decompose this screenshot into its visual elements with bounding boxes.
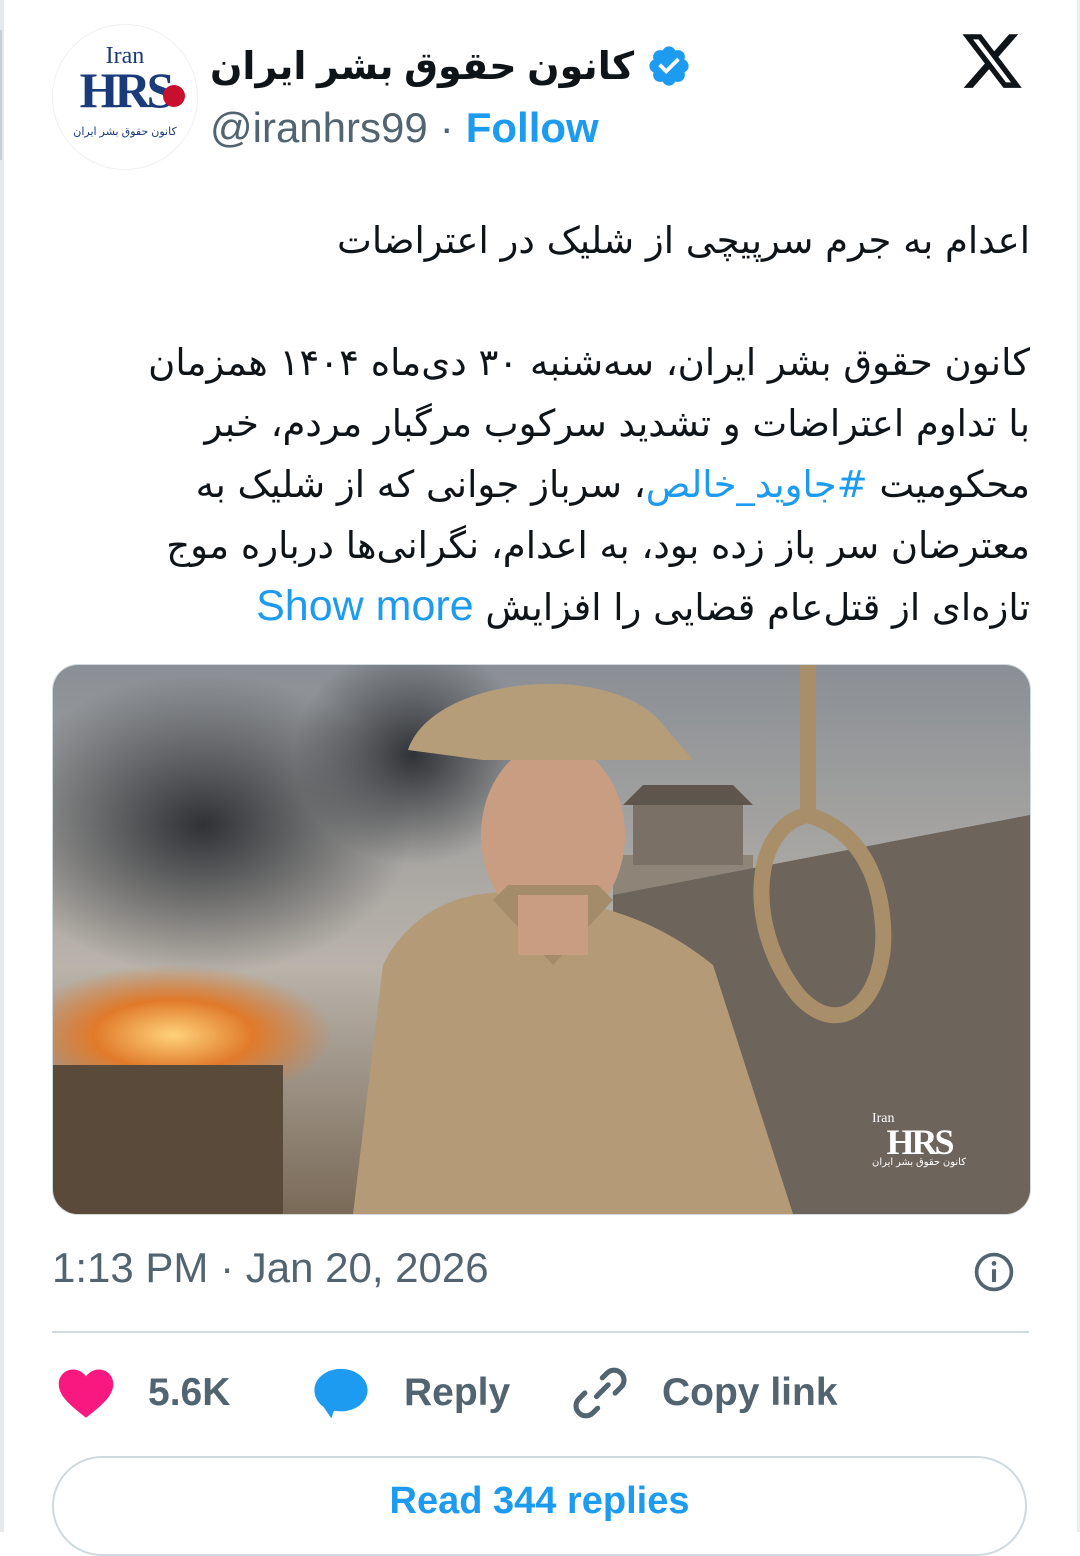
hashtag-link[interactable]: #جاوید_خالص (646, 463, 868, 506)
window-edge-notch (0, 30, 12, 160)
reply-bubble-icon (314, 1368, 368, 1419)
reply-label: Reply (404, 1371, 511, 1414)
x-logo-icon[interactable] (958, 28, 1026, 94)
rose-icon (163, 85, 185, 107)
handle-row: @iranhrs99 · Follow (210, 100, 599, 156)
watermark-sub: کانون حقوق بشر ایران (871, 1157, 966, 1168)
separator-dot: · (439, 104, 454, 151)
copy-link-button[interactable]: Copy link (572, 1362, 838, 1424)
like-button[interactable]: 5.6K (56, 1362, 230, 1424)
display-name-row[interactable]: کانون حقوق بشر ایران (210, 38, 692, 94)
reply-button[interactable]: Reply (312, 1362, 510, 1424)
link-icon (573, 1367, 627, 1419)
divider (52, 1331, 1029, 1333)
heart-icon (58, 1369, 114, 1418)
read-replies-button[interactable]: Read 344 replies (52, 1456, 1027, 1556)
info-icon[interactable] (972, 1250, 1016, 1294)
tweet-image[interactable]: Iran HRS کانون حقوق بشر ایران (52, 664, 1031, 1215)
show-more-link[interactable]: Show more (256, 582, 473, 630)
tweet-body: کانون حقوق بشر ایران، سه‌شنبه ۳۰ دی‌ماه … (120, 332, 1030, 638)
timestamp[interactable]: 1:13 PM · Jan 20, 2026 (52, 1244, 489, 1292)
tweet-headline: اعدام به جرم سرپیچی از شلیک در اعتراضات (337, 219, 1030, 262)
watermark-main: HRS (886, 1122, 954, 1162)
window-edge (0, 0, 4, 1532)
likes-count: 5.6K (148, 1371, 231, 1414)
tweet-text: اعدام به جرم سرپیچی از شلیک در اعتراضات … (120, 210, 1030, 638)
follow-button[interactable]: Follow (466, 104, 599, 152)
avatar[interactable]: Iran HRS کانون حقوق بشر ایران (52, 24, 198, 170)
avatar-logo-sub: کانون حقوق بشر ایران (73, 126, 177, 138)
image-watermark: Iran HRS کانون حقوق بشر ایران (872, 1111, 966, 1168)
copy-link-label: Copy link (662, 1371, 838, 1414)
verified-badge-icon (649, 46, 689, 86)
handle[interactable]: @iranhrs99 (210, 104, 428, 152)
display-name[interactable]: کانون حقوق بشر ایران (210, 44, 634, 89)
